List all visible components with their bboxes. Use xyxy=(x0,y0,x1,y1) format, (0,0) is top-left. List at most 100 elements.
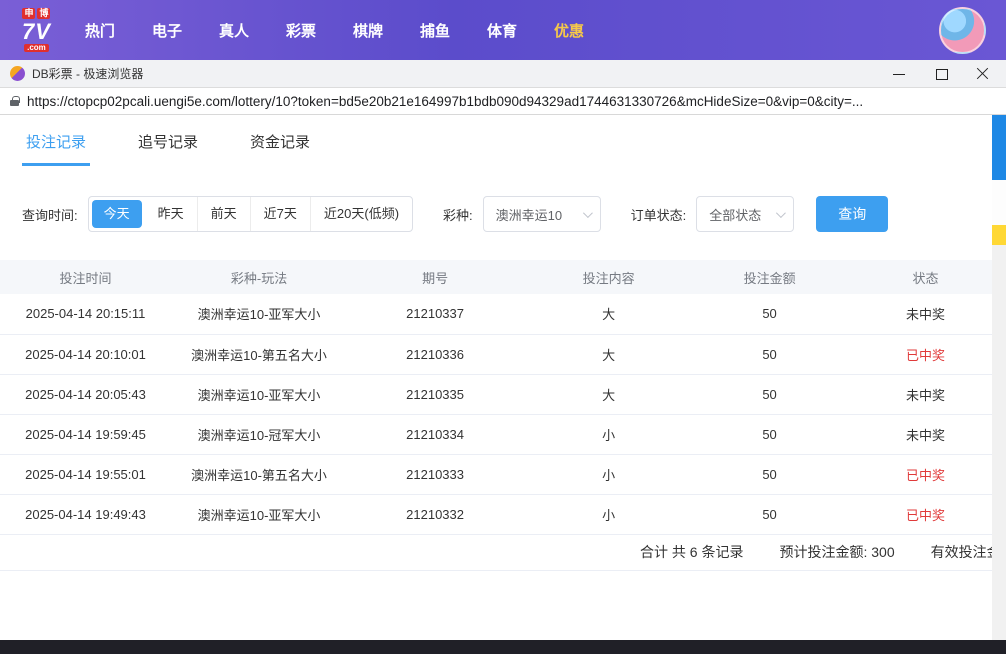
cell-game: 澳洲幸运10-亚军大小 xyxy=(171,294,347,334)
cell-amount: 50 xyxy=(694,454,845,494)
cell-issue: 21210337 xyxy=(347,294,523,334)
site-logo[interactable]: 申 博 7V .com xyxy=(22,8,51,52)
record-tabs: 投注记录 追号记录 资金记录 xyxy=(0,115,1006,166)
maximize-button[interactable] xyxy=(934,67,948,81)
logo-suffix-text: .com xyxy=(24,44,49,52)
filter-bar: 查询时间: 今天 昨天 前天 近7天 近20天(低频) 彩种: 澳洲幸运10 订… xyxy=(22,196,1006,232)
cell-amount: 50 xyxy=(694,374,845,414)
cell-amount: 50 xyxy=(694,414,845,454)
cell-status: 已中奖 xyxy=(845,454,1006,494)
right-edge-strip xyxy=(992,115,1006,640)
header-bet-content: 投注内容 xyxy=(523,260,694,294)
bet-records-table: 投注时间 彩种-玩法 期号 投注内容 投注金额 状态 2025-04-14 20… xyxy=(0,260,1006,535)
nav-item-hot[interactable]: 热门 xyxy=(85,20,115,41)
order-status-select[interactable]: 全部状态 xyxy=(696,196,794,232)
table-header-row: 投注时间 彩种-玩法 期号 投注内容 投注金额 状态 xyxy=(0,260,1006,294)
summary-expected: 预计投注金额: 300 xyxy=(779,542,894,562)
query-button[interactable]: 查询 xyxy=(816,196,888,232)
header-status: 状态 xyxy=(845,260,1006,294)
cell-content: 大 xyxy=(523,374,694,414)
table-row: 2025-04-14 19:55:01 澳洲幸运10-第五名大小 2121033… xyxy=(0,454,1006,494)
cell-time: 2025-04-14 19:49:43 xyxy=(0,494,171,534)
time-filter-label: 查询时间: xyxy=(22,205,78,224)
nav-item-fishing[interactable]: 捕鱼 xyxy=(420,20,450,41)
nav-item-promos[interactable]: 优惠 xyxy=(554,20,584,41)
right-strip-yellow-segment xyxy=(992,225,1006,245)
cell-issue: 21210333 xyxy=(347,454,523,494)
header-bet-amount: 投注金额 xyxy=(694,260,845,294)
cell-content: 小 xyxy=(523,454,694,494)
lottery-filter-label: 彩种: xyxy=(443,205,473,224)
time-option-7days[interactable]: 近7天 xyxy=(250,197,310,231)
table-row: 2025-04-14 19:59:45 澳洲幸运10-冠军大小 21210334… xyxy=(0,414,1006,454)
cell-time: 2025-04-14 20:10:01 xyxy=(0,334,171,374)
nav-item-boardgames[interactable]: 棋牌 xyxy=(353,20,383,41)
tab-bet-records[interactable]: 投注记录 xyxy=(22,131,90,166)
logo-badges: 申 博 xyxy=(22,8,50,19)
table-summary-row: 合计 共 6 条记录 预计投注金额: 300 有效投注金额 xyxy=(0,535,1006,571)
nav-item-slots[interactable]: 电子 xyxy=(152,20,182,41)
lock-icon[interactable] xyxy=(10,96,19,106)
browser-favicon-icon xyxy=(10,66,25,81)
table-row: 2025-04-14 20:10:01 澳洲幸运10-第五名大小 2121033… xyxy=(0,334,1006,374)
window-title: DB彩票 - 极速浏览器 xyxy=(32,65,143,82)
chevron-down-icon xyxy=(583,208,593,218)
cell-game: 澳洲幸运10-亚军大小 xyxy=(171,374,347,414)
cell-issue: 21210335 xyxy=(347,374,523,414)
tab-fund-records[interactable]: 资金记录 xyxy=(246,131,314,166)
time-option-today[interactable]: 今天 xyxy=(92,200,142,228)
cell-issue: 21210334 xyxy=(347,414,523,454)
table-row: 2025-04-14 20:15:11 澳洲幸运10-亚军大小 21210337… xyxy=(0,294,1006,334)
window-controls xyxy=(892,67,996,81)
status-filter-label: 订单状态: xyxy=(631,205,687,224)
cell-amount: 50 xyxy=(694,294,845,334)
user-avatar[interactable] xyxy=(939,7,986,54)
status-select-value: 全部状态 xyxy=(709,205,761,224)
cell-content: 小 xyxy=(523,414,694,454)
browser-title-bar: DB彩票 - 极速浏览器 xyxy=(0,60,1006,88)
cell-content: 大 xyxy=(523,334,694,374)
lottery-select[interactable]: 澳洲幸运10 xyxy=(483,196,601,232)
cell-issue: 21210336 xyxy=(347,334,523,374)
cell-time: 2025-04-14 19:55:01 xyxy=(0,454,171,494)
cell-content: 小 xyxy=(523,494,694,534)
time-option-yesterday[interactable]: 昨天 xyxy=(145,197,197,231)
cell-amount: 50 xyxy=(694,494,845,534)
cell-status: 未中奖 xyxy=(845,414,1006,454)
cell-status: 未中奖 xyxy=(845,294,1006,334)
cell-amount: 50 xyxy=(694,334,845,374)
cell-time: 2025-04-14 20:15:11 xyxy=(0,294,171,334)
lottery-records-page: 投注记录 追号记录 资金记录 查询时间: 今天 昨天 前天 近7天 近20天(低… xyxy=(0,115,1006,640)
lottery-select-value: 澳洲幸运10 xyxy=(496,205,562,224)
cell-game: 澳洲幸运10-第五名大小 xyxy=(171,334,347,374)
nav-item-live[interactable]: 真人 xyxy=(219,20,249,41)
header-issue: 期号 xyxy=(347,260,523,294)
logo-badge-1: 申 xyxy=(22,8,35,19)
chevron-down-icon xyxy=(776,208,786,218)
cell-status: 已中奖 xyxy=(845,494,1006,534)
browser-address-bar: https://ctopcp02pcali.uengi5e.com/lotter… xyxy=(0,88,1006,115)
screen: 申 博 7V .com 热门 电子 真人 彩票 棋牌 捕鱼 体育 优惠 DB彩票… xyxy=(0,0,1006,654)
table-row: 2025-04-14 19:49:43 澳洲幸运10-亚军大小 21210332… xyxy=(0,494,1006,534)
cell-status: 未中奖 xyxy=(845,374,1006,414)
time-filter-group: 今天 昨天 前天 近7天 近20天(低频) xyxy=(88,196,413,232)
url-text[interactable]: https://ctopcp02pcali.uengi5e.com/lotter… xyxy=(27,94,863,109)
cell-time: 2025-04-14 20:05:43 xyxy=(0,374,171,414)
bottom-dark-bar xyxy=(0,640,1006,654)
nav-item-lottery[interactable]: 彩票 xyxy=(286,20,316,41)
cell-time: 2025-04-14 19:59:45 xyxy=(0,414,171,454)
cell-content: 大 xyxy=(523,294,694,334)
tab-chase-records[interactable]: 追号记录 xyxy=(134,131,202,166)
header-game-play: 彩种-玩法 xyxy=(171,260,347,294)
logo-main-text: 7V xyxy=(22,21,51,43)
nav-item-sports[interactable]: 体育 xyxy=(487,20,517,41)
right-strip-blue-segment xyxy=(992,115,1006,180)
close-button[interactable] xyxy=(976,67,990,81)
minimize-button[interactable] xyxy=(892,67,906,81)
time-option-20days[interactable]: 近20天(低频) xyxy=(310,197,412,231)
summary-total: 合计 共 6 条记录 xyxy=(640,542,743,562)
time-option-daybefore[interactable]: 前天 xyxy=(197,197,250,231)
header-bet-time: 投注时间 xyxy=(0,260,171,294)
table-row: 2025-04-14 20:05:43 澳洲幸运10-亚军大小 21210335… xyxy=(0,374,1006,414)
cell-issue: 21210332 xyxy=(347,494,523,534)
